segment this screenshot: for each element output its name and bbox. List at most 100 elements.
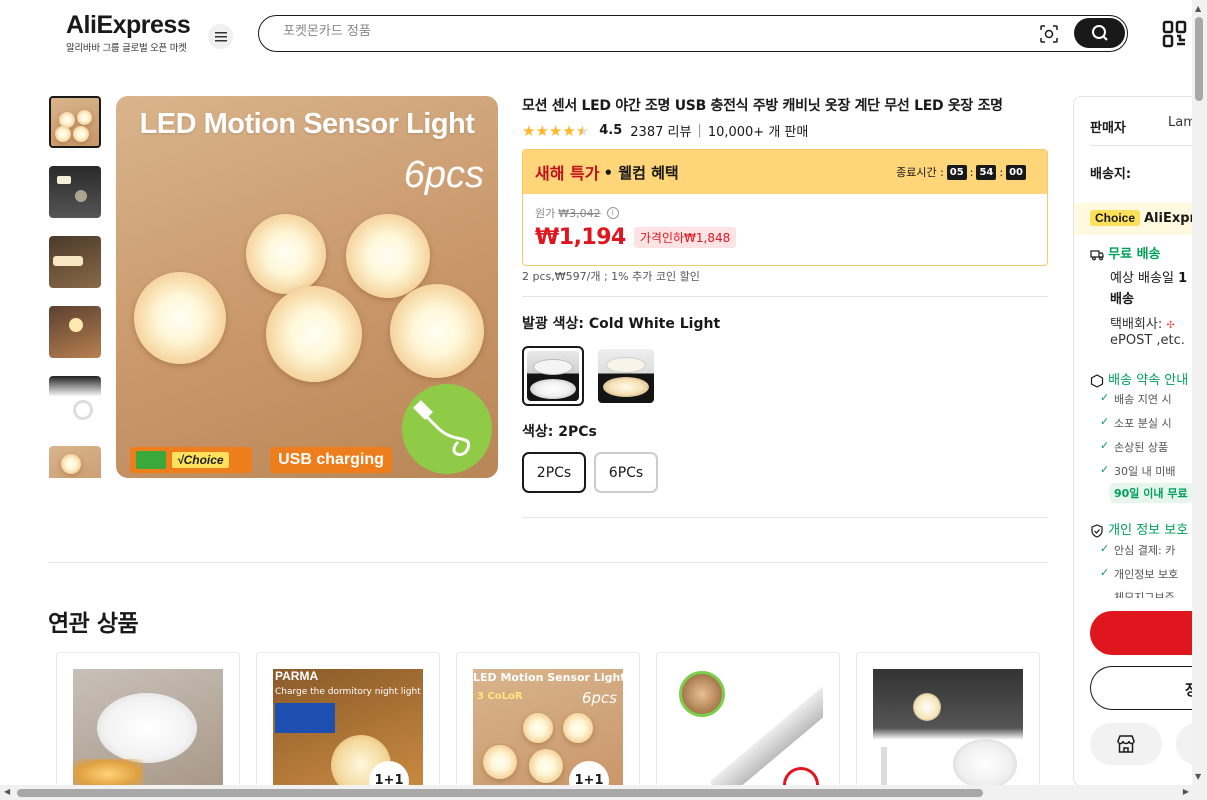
promise-item: 소포 분실 시 xyxy=(1100,415,1171,431)
color-value: 2PCs xyxy=(558,424,597,440)
price-row: ₩1,194 가격인하₩1,848 xyxy=(535,225,1035,250)
gallery-thumbnails xyxy=(49,96,101,478)
buy-now-button[interactable] xyxy=(1090,611,1193,655)
scroll-right-icon[interactable]: ▶ xyxy=(1183,787,1189,796)
choice-tag: Choice xyxy=(1090,210,1141,226)
related-product-card[interactable] xyxy=(56,652,240,792)
shield-box-icon xyxy=(1090,373,1104,388)
delivery-promise-text: 배송 약속 안내 xyxy=(1108,373,1189,388)
courier-label: 택배회사: xyxy=(1110,317,1163,332)
scroll-left-icon[interactable]: ◀ xyxy=(4,787,10,796)
aliexpress-logo[interactable]: AliExpress 알리바바 그룹 글로벌 오픈 마켓 xyxy=(66,11,191,54)
hamburger-icon xyxy=(214,31,227,41)
horizontal-scrollbar[interactable]: ◀ ▶ xyxy=(0,785,1207,800)
courier-logo-icon: ✣ xyxy=(1166,320,1175,331)
ship-to-label[interactable]: 배송지: xyxy=(1090,163,1131,182)
main-product-image[interactable]: LED Motion Sensor Light 6pcs √Choice USB… xyxy=(116,96,498,478)
choice-bar: Choice AliExpr xyxy=(1074,203,1193,235)
original-price-label: 원가 xyxy=(535,207,556,220)
scroll-up-icon[interactable]: ▲ xyxy=(1195,4,1201,13)
related-image-title: LED Motion Sensor Light xyxy=(473,671,623,684)
thumbnail-3[interactable] xyxy=(49,236,101,288)
countdown-timer: 종료시간 : 05: 54: 00 xyxy=(896,164,1029,180)
thumbnail-5[interactable] xyxy=(49,376,101,428)
light-color-label: 발광 색상: Cold White Light xyxy=(522,313,720,333)
deal-body: 원가 ₩3,042 i ₩1,194 가격인하₩1,848 xyxy=(523,194,1047,261)
scroll-down-icon[interactable]: ▼ xyxy=(1195,772,1201,781)
deal-box: 새해 특가 • 웰컴 혜택 종료시간 : 05: 54: 00 원가 ₩3,04… xyxy=(522,149,1048,266)
promo-badge: 1+1 xyxy=(569,761,609,787)
vertical-scrollbar[interactable]: ▲ ▼ xyxy=(1192,0,1207,785)
add-to-cart-button[interactable]: 장 xyxy=(1090,666,1193,710)
related-product-card[interactable]: PARMA Charge the dormitory night light 1… xyxy=(256,652,440,792)
related-product-image: PARMA Charge the dormitory night light 1… xyxy=(273,669,423,787)
search-input[interactable] xyxy=(283,24,1023,39)
qr-code-icon[interactable] xyxy=(1162,20,1188,48)
sold-count: 10,000+ 개 판매 xyxy=(707,125,809,140)
eta-suffix: 배송 xyxy=(1110,292,1134,307)
scrollbar-thumb[interactable] xyxy=(1195,17,1203,101)
eta-label: 예상 배송일 xyxy=(1110,271,1174,286)
related-product-card[interactable] xyxy=(656,652,840,792)
promise-item: 30일 내 미배 xyxy=(1100,463,1176,479)
divider xyxy=(48,562,1048,563)
usb-charging-badge: USB charging xyxy=(270,447,392,473)
related-tagline: Charge the dormitory night light xyxy=(275,687,421,697)
related-product-image: LED Motion Sensor Light 6pcs 3 CoLoR 1+1 xyxy=(473,669,623,787)
thumbnail-6[interactable] xyxy=(49,446,101,478)
deal-subtitle: • 웰컴 혜택 xyxy=(603,163,679,182)
related-brand: PARMA xyxy=(275,669,319,683)
privacy-item: 체모지그보주 xyxy=(1114,589,1175,598)
truck-icon xyxy=(136,451,166,469)
timer-seconds: 00 xyxy=(1006,164,1026,180)
privacy-item: 안심 결제: 카 xyxy=(1100,542,1175,558)
more-button[interactable] xyxy=(1176,723,1193,765)
light-color-value: Cold White Light xyxy=(588,316,721,332)
logo-text: AliExpress xyxy=(66,11,191,39)
delivery-promise-row[interactable]: 배송 약속 안내 xyxy=(1090,369,1188,388)
sale-price: ₩1,194 xyxy=(535,225,626,250)
menu-button[interactable] xyxy=(208,24,233,49)
return-tag: 90일 이내 무료 xyxy=(1110,483,1192,503)
swatch-cold-white[interactable] xyxy=(522,346,584,406)
rating-row: ★★★★★ 4.5 2387 리뷰 | 10,000+ 개 판매 xyxy=(522,121,809,141)
usb-cable-icon xyxy=(402,384,492,474)
seller-name[interactable]: Lam xyxy=(1168,115,1193,130)
color-label: 색상: 2PCs xyxy=(522,421,597,441)
promo-badge: 1+1 xyxy=(369,761,409,787)
option-2pcs[interactable]: 2PCs xyxy=(522,452,586,493)
review-count[interactable]: 2387 리뷰 xyxy=(630,121,691,140)
related-product-image xyxy=(673,669,823,787)
search-button[interactable] xyxy=(1074,18,1125,48)
thumbnail-1[interactable] xyxy=(49,96,101,148)
choice-badge-label: √Choice xyxy=(172,452,229,468)
related-image-pcs: 6pcs xyxy=(581,689,617,707)
divider xyxy=(522,517,1048,518)
related-product-card[interactable]: LED Motion Sensor Light 6pcs 3 CoLoR 1+1 xyxy=(456,652,640,792)
store-button[interactable] xyxy=(1090,723,1162,765)
option-6pcs[interactable]: 6PCs xyxy=(594,452,658,493)
rating-value: 4.5 xyxy=(599,123,623,138)
promise-item: 배송 지연 시 xyxy=(1100,391,1171,407)
info-icon[interactable]: i xyxy=(606,207,619,219)
per-unit-price: 2 pcs,₩597/개 ; 1% 추가 코인 할인 xyxy=(522,270,700,283)
search-icon xyxy=(1091,25,1108,41)
image-pcs: 6pcs xyxy=(403,154,484,196)
free-shipping-row: 무료 배송 xyxy=(1090,243,1161,262)
thumbnail-2[interactable] xyxy=(49,166,101,218)
timer-minutes: 54 xyxy=(976,164,997,180)
related-product-card[interactable] xyxy=(856,652,1040,792)
thumbnail-4[interactable] xyxy=(49,306,101,358)
separator: | xyxy=(697,123,702,138)
swatch-warm-white[interactable] xyxy=(595,346,657,406)
purchase-panel: 판매자 Lam 배송지: Choice AliExpr 무료 배송 예상 배송일… xyxy=(1073,96,1193,786)
divider xyxy=(1090,145,1193,146)
image-search-icon[interactable] xyxy=(1039,24,1059,44)
search-bar xyxy=(258,15,1128,52)
deal-header: 새해 특가 • 웰컴 혜택 종료시간 : 05: 54: 00 xyxy=(523,150,1047,194)
eta-value: 1 xyxy=(1178,271,1188,286)
eta-row: 예상 배송일 1 xyxy=(1110,267,1187,286)
store-icon xyxy=(1117,735,1135,753)
scrollbar-thumb[interactable] xyxy=(17,789,983,797)
privacy-row[interactable]: 개인 정보 보호 xyxy=(1090,519,1188,538)
